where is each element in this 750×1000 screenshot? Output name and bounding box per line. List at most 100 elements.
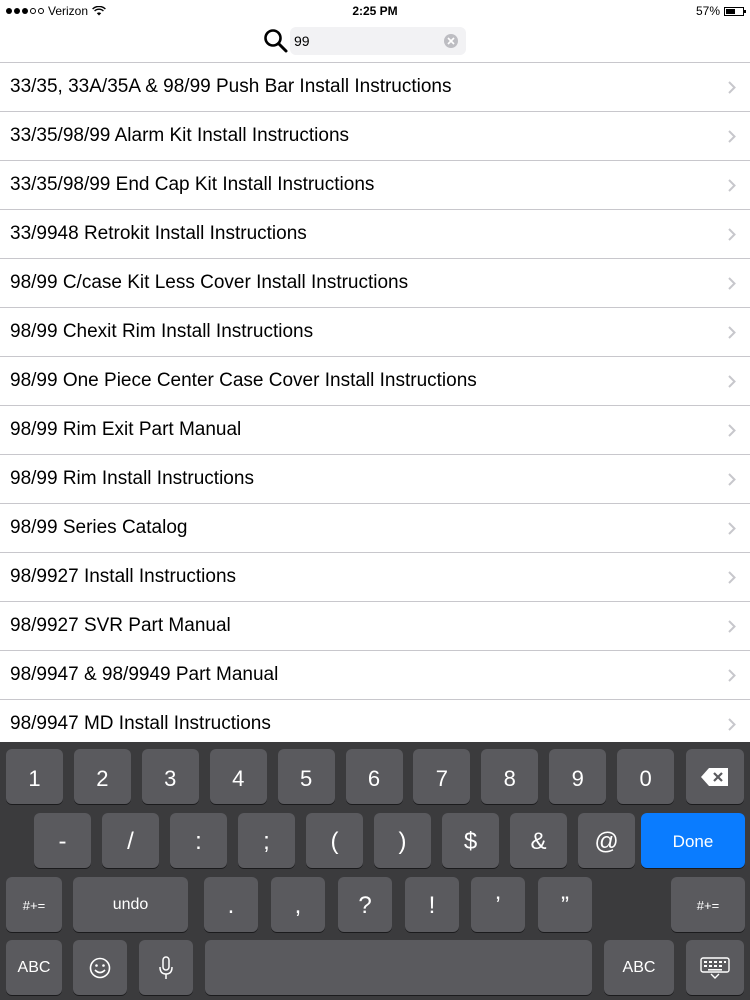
list-item[interactable]: 98/9927 SVR Part Manual	[0, 602, 750, 651]
key-7[interactable]: 7	[413, 749, 471, 804]
key-3[interactable]: 3	[141, 749, 199, 804]
abc-key-label: ABC	[17, 959, 51, 976]
abc-key-right[interactable]: ABC	[604, 940, 674, 995]
key-quote[interactable]: ”	[538, 877, 592, 932]
key-apostrophe[interactable]: ’	[471, 877, 525, 932]
key-6-label: 6	[367, 766, 381, 791]
list-item[interactable]: 33/35/98/99 Alarm Kit Install Instructio…	[0, 112, 750, 161]
microphone-icon	[139, 940, 193, 995]
battery-percent: 57%	[695, 4, 720, 18]
list-item[interactable]: 98/99 Chexit Rim Install Instructions	[0, 308, 750, 357]
chevron-right-icon	[728, 81, 736, 94]
key-exclamation[interactable]: !	[405, 877, 459, 932]
status-bar: Verizon 2:25 PM 57%	[0, 0, 750, 22]
chevron-right-icon	[728, 228, 736, 241]
chevron-right-icon	[728, 277, 736, 290]
key-4-label: 4	[232, 766, 245, 791]
key-7-label: 7	[435, 766, 449, 791]
list-item-label: 33/35, 33A/35A & 98/99 Push Bar Install …	[10, 76, 452, 97]
shift-symbols-key[interactable]: #+=	[6, 877, 62, 932]
key-at-label: @	[594, 828, 619, 855]
key-4[interactable]: 4	[209, 749, 267, 804]
status-time: 2:25 PM	[352, 4, 398, 18]
key-1[interactable]: 1	[6, 749, 63, 804]
key-9[interactable]: 9	[549, 749, 607, 804]
battery-icon	[724, 6, 746, 16]
search-icon[interactable]	[262, 26, 290, 56]
key-dollar[interactable]: $	[442, 813, 499, 868]
list-item[interactable]: 33/35, 33A/35A & 98/99 Push Bar Install …	[0, 63, 750, 112]
list-item-label: 98/99 Series Catalog	[10, 517, 188, 538]
list-item[interactable]: 98/9947 MD Install Instructions	[0, 700, 750, 747]
key-question[interactable]: ?	[338, 877, 392, 932]
key-at[interactable]: @	[578, 813, 635, 868]
emoji-key[interactable]	[73, 940, 127, 995]
chevron-right-icon	[728, 718, 736, 731]
key-9-label: 9	[571, 766, 584, 791]
list-item[interactable]: 33/35/98/99 End Cap Kit Install Instruct…	[0, 161, 750, 210]
key-question-label: ?	[358, 892, 372, 919]
key-colon-label: :	[195, 828, 202, 855]
key-2[interactable]: 2	[73, 749, 131, 804]
key-apostrophe-label: ’	[495, 892, 501, 919]
chevron-right-icon	[728, 669, 736, 682]
list-item-label: 33/35/98/99 Alarm Kit Install Instructio…	[10, 125, 350, 146]
emoji-icon	[73, 940, 127, 995]
abc-key[interactable]: ABC	[6, 940, 62, 995]
list-item[interactable]: 98/99 Rim Install Instructions	[0, 455, 750, 504]
chevron-right-icon	[728, 473, 736, 486]
space-bar[interactable]	[205, 940, 592, 995]
key-semicolon-label: ;	[263, 828, 270, 855]
list-item[interactable]: 98/99 C/case Kit Less Cover Install Inst…	[0, 259, 750, 308]
done-button-label: Done	[672, 832, 714, 851]
shift-symbols-key-label: #+=	[22, 898, 46, 913]
abc-key-right-label: ABC	[622, 959, 656, 976]
key-hyphen[interactable]: -	[34, 813, 91, 868]
list-item-label: 98/9927 Install Instructions	[10, 566, 237, 587]
battery-area: 57%	[695, 4, 746, 18]
clear-text-icon[interactable]	[444, 34, 458, 48]
undo-key[interactable]: undo	[73, 877, 188, 932]
search-results-list: 33/35, 33A/35A & 98/99 Push Bar Install …	[0, 62, 750, 747]
key-semicolon[interactable]: ;	[238, 813, 295, 868]
search-input[interactable]	[294, 31, 434, 51]
key-0[interactable]: 0	[617, 749, 675, 804]
hide-keyboard-key[interactable]	[686, 940, 744, 995]
shift-symbols-key-right[interactable]: #+=	[671, 877, 745, 932]
key-6[interactable]: 6	[345, 749, 403, 804]
list-item[interactable]: 98/99 Series Catalog	[0, 504, 750, 553]
key-8[interactable]: 8	[481, 749, 539, 804]
key-dollar-label: $	[463, 828, 478, 855]
key-period[interactable]: .	[204, 877, 258, 932]
delete-key[interactable]	[686, 749, 744, 804]
microphone-key[interactable]	[139, 940, 193, 995]
key-close-paren[interactable]: )	[374, 813, 431, 868]
key-ampersand[interactable]: &	[510, 813, 567, 868]
list-item-label: 98/99 One Piece Center Case Cover Instal…	[10, 370, 477, 391]
key-1-label: 1	[28, 766, 41, 791]
key-5-label: 5	[299, 766, 313, 791]
key-close-paren-label: )	[398, 828, 407, 855]
search-field[interactable]	[290, 27, 466, 55]
list-item-label: 33/9948 Retrokit Install Instructions	[10, 223, 307, 244]
done-button[interactable]: Done	[641, 813, 745, 868]
key-exclamation-label: !	[428, 892, 436, 919]
key-5[interactable]: 5	[277, 749, 335, 804]
chevron-right-icon	[728, 424, 736, 437]
list-item[interactable]: 98/99 Rim Exit Part Manual	[0, 406, 750, 455]
list-item-label: 98/9947 MD Install Instructions	[10, 713, 271, 734]
list-item-label: 98/99 Rim Exit Part Manual	[10, 419, 242, 440]
key-comma-label: ,	[294, 892, 302, 919]
list-item[interactable]: 98/99 One Piece Center Case Cover Instal…	[0, 357, 750, 406]
keyboard-hide-icon	[686, 940, 744, 995]
list-item[interactable]: 33/9948 Retrokit Install Instructions	[0, 210, 750, 259]
list-item[interactable]: 98/9927 Install Instructions	[0, 553, 750, 602]
list-item-label: 98/99 Chexit Rim Install Instructions	[10, 321, 314, 342]
key-2-label: 2	[96, 766, 109, 791]
list-item[interactable]: 98/9947 & 98/9949 Part Manual	[0, 651, 750, 700]
key-slash[interactable]: /	[102, 813, 159, 868]
key-colon[interactable]: :	[170, 813, 227, 868]
list-item-label: 98/9927 SVR Part Manual	[10, 615, 231, 636]
key-comma[interactable]: ,	[271, 877, 325, 932]
key-open-paren[interactable]: (	[306, 813, 363, 868]
